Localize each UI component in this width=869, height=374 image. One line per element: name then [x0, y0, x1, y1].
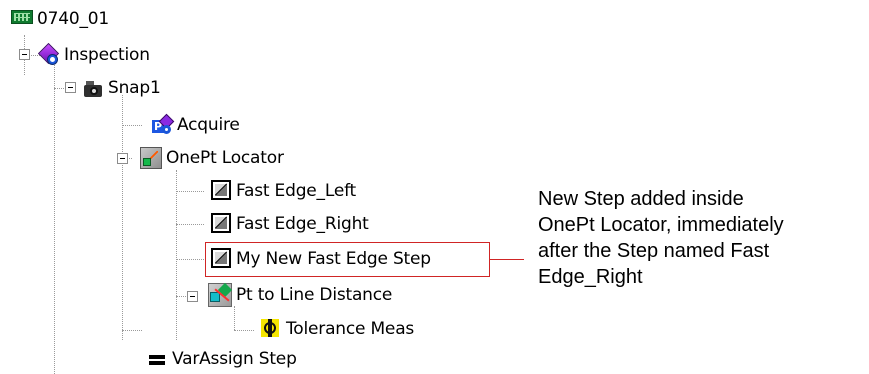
tree-guide-line [234, 306, 235, 330]
tree-node-label: Fast Edge_Left [236, 181, 357, 201]
inspection-icon [37, 42, 60, 66]
chip-icon [11, 8, 33, 30]
locator-icon [140, 147, 162, 169]
tree-node-fast-edge-left[interactable]: Fast Edge_Left [210, 178, 356, 204]
tree-node-my-new-fast-edge-step[interactable]: My New Fast Edge Step [210, 246, 431, 272]
pt-line-icon [208, 282, 233, 307]
tree-node-label: OnePt Locator [166, 148, 284, 168]
varassign-icon [146, 348, 168, 370]
collapse-toggle-onept-locator[interactable] [117, 153, 128, 164]
tree-node-inspection[interactable]: Inspection [37, 42, 150, 68]
tree-node-label: Tolerance Meas [286, 319, 415, 339]
tree-node-fast-edge-right[interactable]: Fast Edge_Right [210, 211, 369, 237]
tree-guide-line [234, 330, 254, 331]
tree-node-varassign-step[interactable]: VarAssign Step [146, 346, 297, 372]
camera-icon [82, 77, 104, 99]
tree-node-label: My New Fast Edge Step [236, 249, 431, 269]
tree-node-label: Pt to Line Distance [236, 285, 393, 305]
tree-guide-line [176, 170, 177, 340]
tree-guide-line [54, 88, 64, 89]
tree-node-tolerance-meas[interactable]: Tolerance Meas [258, 316, 414, 342]
tree-guide-line [54, 62, 55, 374]
tree-node-label: Acquire [177, 115, 240, 135]
annotation-text: New Step added inside OnePt Locator, imm… [538, 188, 784, 288]
edge-step-icon [210, 248, 232, 270]
tree-node-snap1[interactable]: Snap1 [82, 75, 161, 101]
tolerance-icon [258, 317, 282, 341]
tree-node-label: Snap1 [108, 78, 161, 98]
tree-node-pt-to-line-distance[interactable]: Pt to Line Distance [208, 282, 392, 308]
tree-node-label: Fast Edge_Right [236, 214, 369, 234]
edge-step-icon [210, 213, 232, 235]
tree-guide-line [176, 224, 204, 225]
tree-node-label: 0740_01 [37, 9, 109, 29]
tree-guide-line [122, 330, 142, 331]
project-tree: 0740_01 Inspection Snap1 P Acquire OnePt… [0, 0, 520, 374]
tree-node-label: VarAssign Step [172, 349, 297, 369]
edge-step-icon [210, 180, 232, 202]
tree-node-root[interactable]: 0740_01 [11, 6, 109, 32]
tree-guide-line [176, 191, 204, 192]
collapse-toggle-pt-to-line-distance[interactable] [187, 291, 198, 302]
tree-node-acquire[interactable]: P Acquire [151, 112, 240, 138]
tree-node-label: Inspection [64, 45, 150, 65]
acquire-icon: P [151, 113, 175, 136]
collapse-toggle-inspection[interactable] [19, 49, 30, 60]
collapse-toggle-snap1[interactable] [65, 82, 76, 93]
tree-guide-line [122, 125, 142, 126]
tree-guide-line [122, 95, 123, 340]
tree-guide-line [176, 259, 204, 260]
annotation-connector-line [490, 259, 524, 260]
tree-guide-line [176, 296, 186, 297]
tree-node-onept-locator[interactable]: OnePt Locator [140, 145, 284, 171]
